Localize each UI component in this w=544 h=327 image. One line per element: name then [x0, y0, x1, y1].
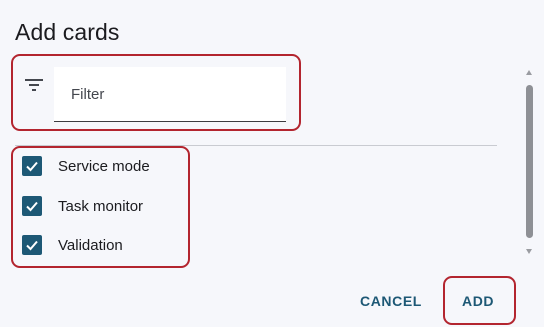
checkbox-task-monitor[interactable] — [22, 196, 42, 216]
scroll-down-arrow-icon[interactable] — [526, 249, 532, 254]
card-label-validation: Validation — [58, 236, 123, 254]
scrollbar-thumb[interactable] — [526, 85, 533, 238]
filter-input[interactable] — [54, 67, 286, 121]
card-item-service-mode[interactable]: Service mode — [22, 155, 150, 177]
filter-field[interactable] — [54, 67, 286, 122]
card-item-task-monitor[interactable]: Task monitor — [22, 195, 143, 217]
filter-icon — [25, 79, 43, 91]
checkbox-validation[interactable] — [22, 235, 42, 255]
checkmark-icon — [26, 240, 38, 251]
card-label-task-monitor: Task monitor — [58, 197, 144, 215]
card-label-service-mode: Service mode — [58, 157, 150, 175]
card-item-validation[interactable]: Validation — [22, 234, 123, 256]
checkbox-service-mode[interactable] — [22, 156, 42, 176]
add-button[interactable]: ADD — [462, 293, 494, 309]
checkmark-icon — [26, 201, 38, 212]
cancel-button[interactable]: CANCEL — [360, 293, 422, 309]
dialog-title: Add cards — [15, 19, 120, 45]
scroll-up-arrow-icon[interactable] — [526, 70, 532, 75]
checkmark-icon — [26, 161, 38, 172]
